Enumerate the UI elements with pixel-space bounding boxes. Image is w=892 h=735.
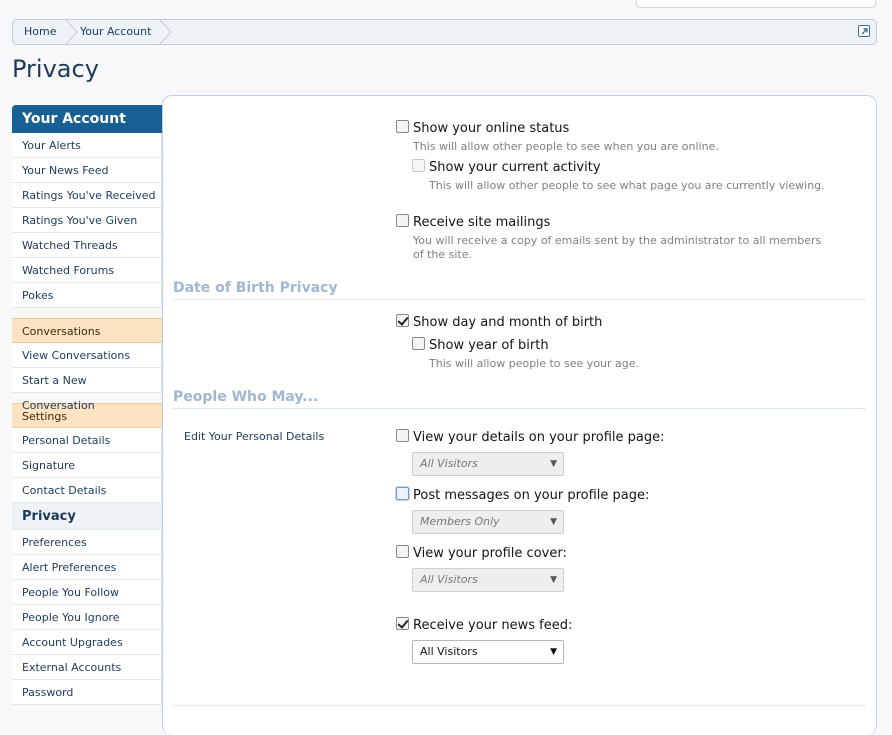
current-activity-hint: This will allow other people to see what…: [429, 179, 825, 192]
caret-down-icon: ▼: [550, 517, 557, 527]
view-cover-select-value: All Visitors: [420, 573, 478, 586]
caret-down-icon: ▼: [550, 575, 557, 585]
online-status-label[interactable]: Show your online status: [413, 121, 569, 136]
news-feed-label[interactable]: Receive your news feed:: [413, 618, 572, 633]
post-messages-label[interactable]: Post messages on your profile page:: [413, 488, 649, 503]
view-details-checkbox[interactable]: [396, 429, 409, 442]
sidebar-item-start-conversation[interactable]: Start a New Conversation: [12, 368, 162, 412]
dob-day-month-checkbox[interactable]: [396, 314, 409, 327]
dob-day-month-label[interactable]: Show day and month of birth: [413, 315, 602, 330]
news-feed-checkbox[interactable]: [396, 617, 409, 630]
sidebar-item-account-upgrades[interactable]: Account Upgrades: [12, 630, 162, 655]
sidebar-item-news-feed[interactable]: Your News Feed: [12, 158, 162, 183]
sidebar-item-external-accounts[interactable]: External Accounts: [12, 655, 162, 680]
view-cover-checkbox[interactable]: [396, 545, 409, 558]
jump-menu-icon[interactable]: [858, 25, 870, 37]
sidebar-item-people-you-follow[interactable]: People You Follow: [12, 580, 162, 605]
news-feed-select[interactable]: All Visitors ▼: [412, 640, 564, 664]
online-status-checkbox[interactable]: [396, 120, 409, 133]
sidebar-item-personal-details[interactable]: Personal Details: [12, 428, 162, 453]
sidebar-item-password[interactable]: Password: [12, 680, 162, 705]
privacy-form-panel: Show your online status This will allow …: [162, 95, 877, 735]
breadcrumb-home[interactable]: Home: [13, 20, 73, 44]
edit-personal-details-label: Edit Your Personal Details: [184, 430, 325, 443]
current-activity-checkbox[interactable]: [412, 159, 425, 172]
view-details-select[interactable]: All Visitors ▼: [412, 452, 564, 476]
sidebar-header[interactable]: Your Account: [12, 105, 162, 133]
breadcrumb-separator-icon: [159, 20, 172, 44]
sidebar-item-alert-preferences[interactable]: Alert Preferences: [12, 555, 162, 580]
search-input[interactable]: Search...: [636, 0, 876, 8]
form-divider: [173, 705, 866, 706]
post-messages-select[interactable]: Members Only ▼: [412, 510, 564, 534]
sidebar-item-ratings-received[interactable]: Ratings You've Received: [12, 183, 162, 208]
sidebar-item-ratings-given[interactable]: Ratings You've Given: [12, 208, 162, 233]
site-mailings-checkbox[interactable]: [396, 214, 409, 227]
dob-privacy-heading: Date of Birth Privacy: [173, 280, 866, 300]
current-activity-label[interactable]: Show your current activity: [429, 160, 601, 175]
view-cover-select[interactable]: All Visitors ▼: [412, 568, 564, 592]
view-details-select-value: All Visitors: [420, 457, 478, 470]
sidebar-item-contact-details[interactable]: Contact Details: [12, 478, 162, 503]
site-mailings-label[interactable]: Receive site mailings: [413, 215, 550, 230]
caret-down-icon: ▼: [550, 647, 557, 657]
sidebar-item-watched-threads[interactable]: Watched Threads: [12, 233, 162, 258]
sidebar-item-signature[interactable]: Signature: [12, 453, 162, 478]
site-mailings-hint: You will receive a copy of emails sent b…: [413, 234, 822, 261]
dob-year-hint: This will allow people to see your age.: [429, 357, 640, 370]
people-who-may-heading: People Who May...: [173, 389, 866, 409]
post-messages-select-value: Members Only: [420, 515, 500, 528]
page-title: Privacy: [12, 55, 99, 83]
online-status-hint: This will allow other people to see when…: [413, 140, 719, 153]
breadcrumb: Home Your Account: [12, 19, 877, 45]
post-messages-checkbox[interactable]: [396, 487, 409, 500]
sidebar-item-watched-forums[interactable]: Watched Forums: [12, 258, 162, 283]
sidebar-item-pokes[interactable]: Pokes: [12, 283, 162, 308]
dob-year-label[interactable]: Show year of birth: [429, 338, 549, 353]
view-details-label[interactable]: View your details on your profile page:: [413, 430, 665, 445]
sidebar-item-view-conversations[interactable]: View Conversations: [12, 343, 162, 368]
sidebar-section-conversations[interactable]: Conversations: [12, 318, 162, 343]
sidebar-item-preferences[interactable]: Preferences: [12, 530, 162, 555]
sidebar-item-privacy[interactable]: Privacy: [12, 503, 162, 530]
news-feed-select-value: All Visitors: [420, 645, 478, 658]
caret-down-icon: ▼: [550, 459, 557, 469]
dob-year-checkbox[interactable]: [412, 337, 425, 350]
sidebar-item-people-you-ignore[interactable]: People You Ignore: [12, 605, 162, 630]
view-cover-label[interactable]: View your profile cover:: [413, 546, 567, 561]
account-sidebar: Your Account Your Alerts Your News Feed …: [12, 105, 162, 705]
sidebar-item-your-alerts[interactable]: Your Alerts: [12, 133, 162, 158]
